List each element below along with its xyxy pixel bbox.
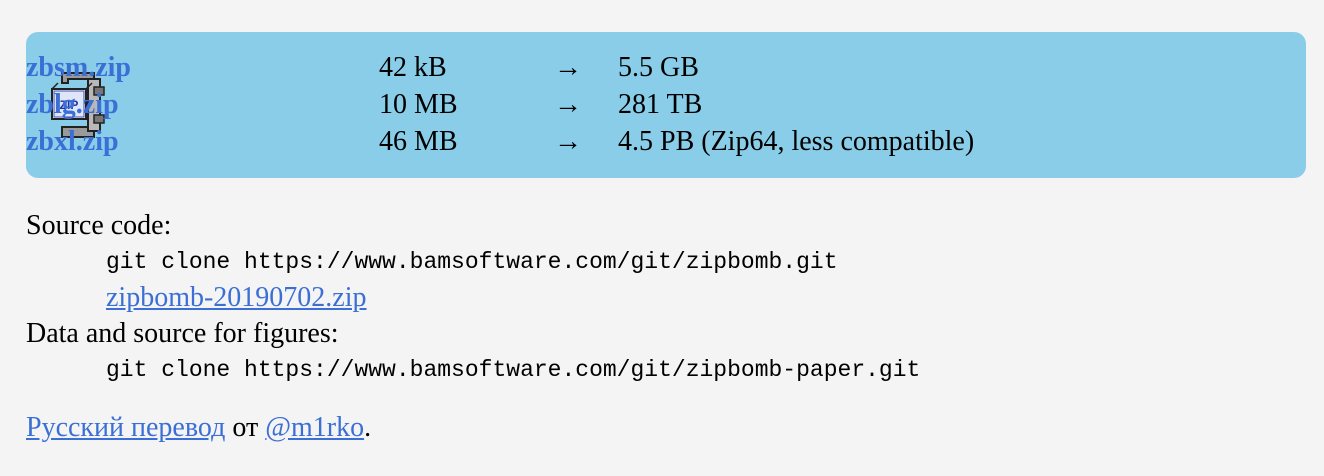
- compressed-size: 10 MB: [379, 89, 458, 120]
- russian-translation-link[interactable]: Русский перевод: [26, 412, 225, 443]
- archive-link-line: zipbomb-20190702.zip: [26, 280, 920, 316]
- source-code-heading: Source code:: [26, 210, 172, 241]
- translation-period: .: [364, 412, 372, 443]
- uncompressed-size: 281 TB: [618, 89, 703, 120]
- download-row: zblg.zip 10 MB → 281 TB: [26, 86, 702, 124]
- download-row: zbsm.zip 42 kB → 5.5 GB: [26, 49, 699, 87]
- figures-git-clone-command[interactable]: git clone https://www.bamsoftware.com/gi…: [26, 352, 920, 388]
- translation-connector: от: [225, 412, 266, 443]
- uncompressed-size: 4.5 PB (Zip64, less compatible): [618, 126, 975, 157]
- arrow-icon: →: [554, 126, 582, 157]
- figures-heading: Data and source for figures:: [26, 318, 339, 349]
- arrow-icon: →: [554, 89, 582, 120]
- source-section: Source code: git clone https://www.bamso…: [26, 208, 920, 388]
- arrow-icon: →: [554, 52, 582, 83]
- translator-link[interactable]: @m1rko: [265, 412, 364, 443]
- download-link-zbsm[interactable]: zbsm.zip: [26, 52, 131, 83]
- downloads-box: ZIP zbsm.zip 42 kB → 5.5 GB zblg.zip 10 …: [26, 32, 1306, 178]
- git-clone-command[interactable]: git clone https://www.bamsoftware.com/gi…: [26, 244, 920, 280]
- uncompressed-size: 5.5 GB: [618, 52, 699, 83]
- download-link-zbxl[interactable]: zbxl.zip: [26, 126, 119, 157]
- download-link-zblg[interactable]: zblg.zip: [26, 89, 119, 120]
- compressed-size: 46 MB: [379, 126, 458, 157]
- translation-note: Русский перевод от @m1rko.: [26, 410, 371, 446]
- compressed-size: 42 kB: [379, 52, 447, 83]
- archive-download-link[interactable]: zipbomb-20190702.zip: [106, 282, 367, 313]
- download-row: zbxl.zip 46 MB → 4.5 PB (Zip64, less com…: [26, 123, 974, 161]
